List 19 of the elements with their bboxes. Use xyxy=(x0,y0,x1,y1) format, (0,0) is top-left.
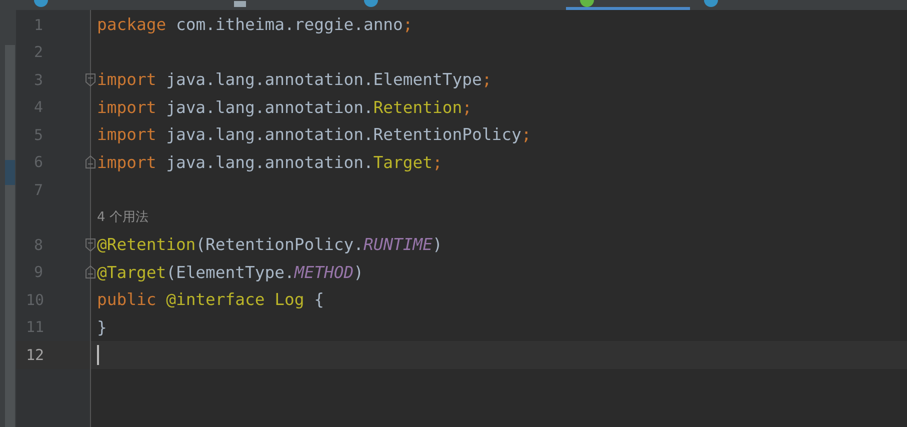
code-line: } xyxy=(97,318,107,337)
usages-hint[interactable]: 4 个用法 xyxy=(97,208,148,226)
code-line: public @interface Log { xyxy=(97,290,324,310)
code-line: import java.lang.annotation.Target; xyxy=(97,152,442,172)
fold-icon[interactable] xyxy=(85,72,96,88)
code-line: @Retention(RetentionPolicy.RUNTIME) xyxy=(97,235,442,254)
text-cursor xyxy=(97,344,99,365)
fold-icon[interactable] xyxy=(85,264,96,280)
editor-tab[interactable] xyxy=(566,0,690,10)
scroll-marker xyxy=(5,160,15,185)
code-line: import java.lang.annotation.RetentionPolicy; xyxy=(97,125,532,144)
line-number: 12 xyxy=(26,346,44,364)
code-line: package com.itheima.reggie.anno; xyxy=(97,15,413,34)
fold-icon[interactable] xyxy=(85,236,96,253)
code-line: import java.lang.annotation.Retention; xyxy=(97,98,472,117)
fold-icon[interactable] xyxy=(85,154,96,170)
code-line: import java.lang.annotation.ElementType; xyxy=(97,70,492,90)
code-line: @Target(ElementType.METHOD) xyxy=(97,262,364,282)
file-icon xyxy=(234,1,246,7)
